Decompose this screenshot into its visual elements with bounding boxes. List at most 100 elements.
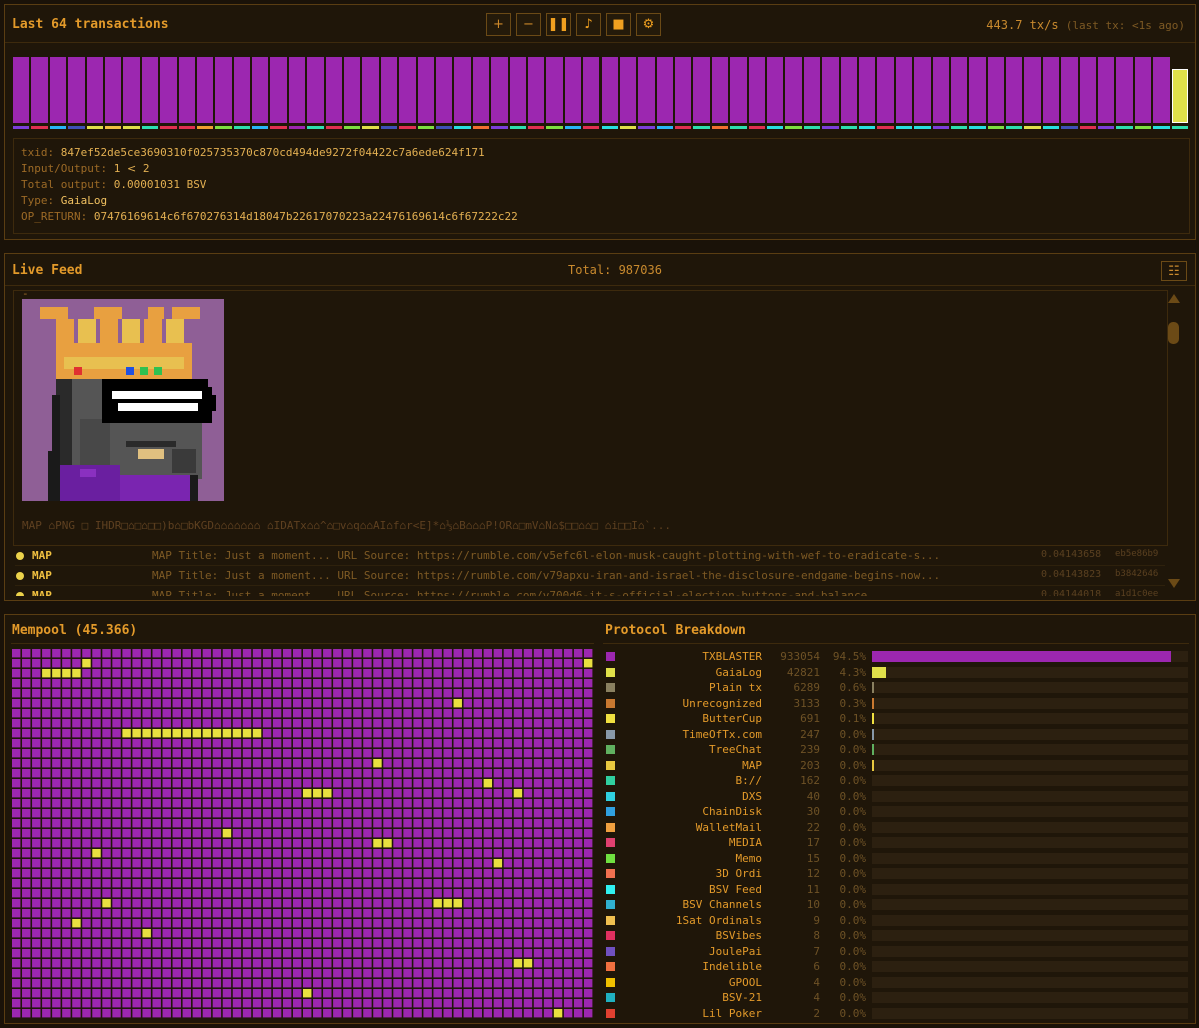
mempool-cell[interactable] xyxy=(252,719,262,728)
mempool-cell[interactable] xyxy=(292,749,302,758)
mempool-cell[interactable] xyxy=(333,709,342,718)
mempool-cell[interactable] xyxy=(52,729,61,738)
mempool-cell[interactable] xyxy=(333,829,342,838)
mempool-cell[interactable] xyxy=(313,709,322,718)
mempool-cell[interactable] xyxy=(403,859,412,868)
mempool-cell[interactable] xyxy=(353,789,362,798)
mempool-cell[interactable] xyxy=(343,799,352,808)
mempool-cell[interactable] xyxy=(92,819,101,828)
mempool-cell[interactable] xyxy=(473,929,483,938)
mempool-cell[interactable] xyxy=(403,649,412,658)
mempool-cell[interactable] xyxy=(343,719,352,728)
mempool-cell[interactable] xyxy=(563,989,573,998)
mempool-cell[interactable] xyxy=(262,719,272,728)
mempool-cell[interactable] xyxy=(82,689,91,698)
mempool-cell[interactable] xyxy=(152,659,161,668)
protocol-row[interactable]: ButterCup 691 0.1% xyxy=(604,711,1189,726)
protocol-row[interactable]: GPOOL 4 0.0% xyxy=(604,975,1189,990)
mempool-cell[interactable] xyxy=(543,739,553,748)
mempool-cell[interactable] xyxy=(363,659,372,668)
mempool-cell[interactable] xyxy=(523,979,533,988)
mempool-cell[interactable] xyxy=(313,689,322,698)
mempool-cell[interactable] xyxy=(463,919,472,928)
mempool-cell[interactable] xyxy=(443,769,452,778)
mempool-cell[interactable] xyxy=(573,729,583,738)
mempool-cell[interactable] xyxy=(82,919,91,928)
mempool-cell[interactable] xyxy=(72,919,81,928)
mempool-cell[interactable] xyxy=(503,829,513,838)
mempool-cell[interactable] xyxy=(192,759,202,768)
mempool-cell[interactable] xyxy=(453,969,462,978)
mempool-cell[interactable] xyxy=(242,759,252,768)
mempool-cell[interactable] xyxy=(383,669,392,678)
mempool-cell[interactable] xyxy=(232,689,242,698)
mempool-cell[interactable] xyxy=(363,789,372,798)
mempool-cell[interactable] xyxy=(363,709,372,718)
mempool-cell[interactable] xyxy=(202,789,212,798)
mempool-cell[interactable] xyxy=(343,929,352,938)
mempool-cell[interactable] xyxy=(152,819,161,828)
mempool-cell[interactable] xyxy=(323,989,332,998)
mempool-cell[interactable] xyxy=(523,919,533,928)
mempool-cell[interactable] xyxy=(182,819,192,828)
mempool-cell[interactable] xyxy=(62,879,71,888)
mempool-cell[interactable] xyxy=(262,929,272,938)
mempool-cell[interactable] xyxy=(292,669,302,678)
mempool-cell[interactable] xyxy=(353,979,362,988)
mempool-cell[interactable] xyxy=(282,839,292,848)
mempool-cell[interactable] xyxy=(333,759,342,768)
mempool-cell[interactable] xyxy=(12,719,21,728)
mempool-cell[interactable] xyxy=(202,989,212,998)
mempool-cell[interactable] xyxy=(473,829,483,838)
mempool-cell[interactable] xyxy=(182,829,192,838)
mempool-cell[interactable] xyxy=(252,909,262,918)
mempool-cell[interactable] xyxy=(453,879,462,888)
mempool-cell[interactable] xyxy=(32,769,41,778)
mempool-cell[interactable] xyxy=(92,929,101,938)
mempool-cell[interactable] xyxy=(132,889,141,898)
mempool-cell[interactable] xyxy=(72,949,81,958)
mempool-cell[interactable] xyxy=(42,839,51,848)
mempool-cell[interactable] xyxy=(122,649,131,658)
mempool-cell[interactable] xyxy=(313,989,322,998)
mempool-cell[interactable] xyxy=(303,899,312,908)
mempool-cell[interactable] xyxy=(473,739,483,748)
pause-button[interactable]: ❚❚ xyxy=(546,13,571,36)
mempool-cell[interactable] xyxy=(112,779,121,788)
mempool-cell[interactable] xyxy=(262,839,272,848)
mempool-cell[interactable] xyxy=(523,699,533,708)
mempool-cell[interactable] xyxy=(573,649,583,658)
mempool-cell[interactable] xyxy=(483,989,493,998)
mempool-cell[interactable] xyxy=(52,769,61,778)
mempool-cell[interactable] xyxy=(82,679,91,688)
mempool-cell[interactable] xyxy=(383,869,392,878)
mempool-cell[interactable] xyxy=(282,889,292,898)
mempool-cell[interactable] xyxy=(122,749,131,758)
mempool-cell[interactable] xyxy=(443,899,452,908)
mempool-cell[interactable] xyxy=(72,789,81,798)
mempool-cell[interactable] xyxy=(42,949,51,958)
mempool-cell[interactable] xyxy=(242,789,252,798)
mempool-cell[interactable] xyxy=(72,859,81,868)
mempool-cell[interactable] xyxy=(453,709,462,718)
mempool-cell[interactable] xyxy=(52,659,61,668)
mempool-cell[interactable] xyxy=(262,659,272,668)
mempool-cell[interactable] xyxy=(433,999,442,1008)
mempool-cell[interactable] xyxy=(122,729,131,738)
mempool-cell[interactable] xyxy=(543,759,553,768)
mempool-cell[interactable] xyxy=(433,759,442,768)
mempool-cell[interactable] xyxy=(423,679,432,688)
mempool-cell[interactable] xyxy=(82,739,91,748)
mempool-cell[interactable] xyxy=(513,689,523,698)
mempool-cell[interactable] xyxy=(62,939,71,948)
mempool-cell[interactable] xyxy=(473,959,483,968)
mempool-cell[interactable] xyxy=(583,789,593,798)
mempool-cell[interactable] xyxy=(192,749,202,758)
mempool-cell[interactable] xyxy=(222,969,232,978)
mempool-cell[interactable] xyxy=(212,789,222,798)
mempool-cell[interactable] xyxy=(112,839,121,848)
mempool-cell[interactable] xyxy=(333,659,342,668)
mempool-cell[interactable] xyxy=(112,999,121,1008)
mempool-cell[interactable] xyxy=(142,869,151,878)
mempool-cell[interactable] xyxy=(343,949,352,958)
